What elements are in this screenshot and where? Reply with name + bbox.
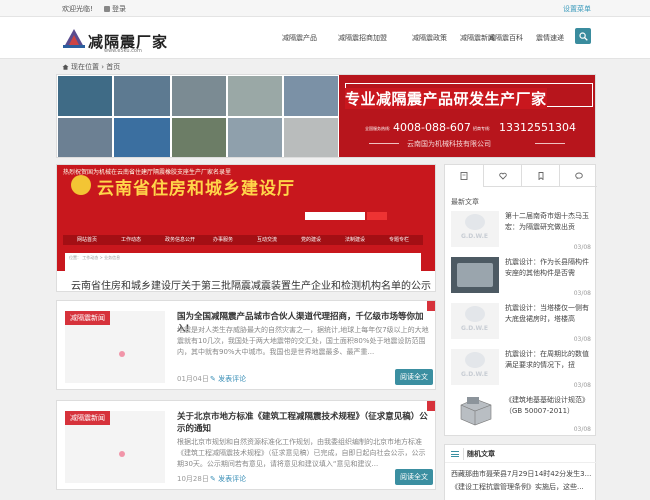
article-thumbnail	[451, 393, 499, 429]
building-model-icon	[460, 397, 492, 426]
site-header: 减隔震厂家 www.e5ku.com 减隔震产品 减隔震招商加盟 减隔震政策 减…	[0, 17, 650, 59]
sidebar-article-date: 03/08	[573, 290, 591, 297]
featured-image: 热烈祝贺国为机械在云南省住建厅隔震橡胶支座生产厂家名录里 云南省住房和城乡建设厅…	[57, 165, 435, 271]
sidebar-heading: 最新文章	[451, 198, 479, 206]
sidebar-article-date: 03/08	[573, 336, 591, 343]
breadcrumb: 现在位置 › 首页	[62, 62, 120, 72]
sidebar-article-item[interactable]: 《建筑地基基础设计规范》（GB 50007-2011） 03/08	[451, 393, 591, 437]
phone-number-2: 13312551304	[499, 121, 576, 134]
comment-icon	[575, 172, 583, 180]
breadcrumb-prefix: 现在位置	[71, 63, 99, 71]
emblem-icon	[71, 175, 91, 195]
tab-comments[interactable]	[559, 165, 597, 187]
article-title[interactable]: 关于北京市地方标准《建筑工程减隔震技术规程》（征求意见稿）公示的通知	[177, 411, 429, 435]
document-icon	[460, 172, 468, 180]
heart-icon	[499, 172, 507, 180]
article-summary: 根据北京市规划和自然资源标准化工作规划，由我委组织编制的北京市地方标准《建筑工程…	[177, 438, 426, 468]
article-thumbnail	[451, 257, 499, 293]
random-article-link[interactable]: 西藏那曲市聂荣县7月29日14时42分发生3...	[451, 469, 593, 479]
sidebar-article-title: 《建筑地基基础设计规范》（GB 50007-2011）	[505, 396, 589, 415]
article-thumbnail: G.D.W.E	[451, 303, 499, 339]
nav-item-encyclopedia[interactable]: 减隔震百科	[488, 33, 523, 43]
search-icon	[579, 32, 588, 41]
sidebar-article-item[interactable]: G.D.W.E 抗震设计：在周期比的数值满足要求的情况下，扭 03/08	[451, 349, 591, 393]
phone-number-1: 4008-088-607	[393, 121, 471, 134]
article-date: 10月28日	[177, 475, 209, 483]
list-icon	[451, 451, 459, 457]
banner-red-panel: 专业减隔震产品研发生产厂家 全国服务热线: 4008-088-607 招商专线:…	[339, 75, 595, 157]
read-more-button[interactable]: 阅读全文	[395, 369, 433, 385]
random-articles: 随机文章 西藏那曲市聂荣县7月29日14时42分发生3... 《建设工程抗震管理…	[444, 444, 597, 500]
sidebar-article-date: 03/08	[573, 426, 591, 433]
article-summary: 地震是对人类生存威胁最大的自然灾害之一，据统计,地球上每年仅7级以上的大地震就有…	[177, 326, 429, 356]
featured-article[interactable]: 热烈祝贺国为机械在云南省住建厅隔震橡胶支座生产厂家名录里 云南省住房和城乡建设厅…	[56, 164, 436, 292]
sidebar-article-date: 03/08	[573, 244, 591, 251]
phone-label-2: 招商专线:	[473, 126, 491, 131]
bookmark-corner-icon	[427, 301, 435, 311]
sidebar-tabs	[445, 165, 597, 187]
promo-banner[interactable]: 专业减隔震产品研发生产厂家 全国服务热线: 4008-088-607 招商专线:…	[56, 74, 596, 158]
sidebar-article-item[interactable]: G.D.W.E 第十二届南奇市烟十杰马玉宏：为隔震研究做出贡 03/08	[451, 211, 591, 255]
home-icon	[62, 64, 69, 70]
sidebar-article-title: 抗震设计：当塔楼仅一侧有大底盘裙房时，塔楼高	[505, 304, 589, 323]
welcome-text: 欢迎光临!	[62, 5, 93, 13]
category-badge[interactable]: 减隔震新闻	[65, 311, 110, 325]
sidebar-article-title: 第十二届南奇市烟十杰马玉宏：为隔震研究做出贡	[505, 212, 589, 231]
read-more-button[interactable]: 阅读全文	[395, 469, 433, 485]
banner-headline: 专业减隔震产品研发生产厂家	[345, 88, 547, 109]
comment-link[interactable]: ✎ 发表评论	[210, 374, 246, 384]
login-label: 登录	[112, 5, 126, 13]
bookmark-corner-icon	[427, 401, 435, 411]
site-logo[interactable]: 减隔震厂家 www.e5ku.com	[62, 23, 170, 54]
product-photos	[57, 75, 339, 157]
article-card: 减隔震新闻 国为全国减隔震产品城市合伙人渠道代理招商，千亿级市场等你加入! 地震…	[56, 300, 436, 390]
category-badge[interactable]: 减隔震新闻	[65, 411, 110, 425]
bookmark-icon	[538, 172, 544, 180]
banner-company: 云南国为机械科技有限公司	[407, 140, 491, 148]
article-card: 减隔震新闻 关于北京市地方标准《建筑工程减隔震技术规程》（征求意见稿）公示的通知…	[56, 400, 436, 490]
settings-menu-link[interactable]: 设置菜单	[563, 4, 591, 14]
featured-title[interactable]: 云南省住房和城乡建设厅关于第三批隔震减震装置生产企业和检测机构名单的公示	[57, 273, 435, 291]
sidebar-article-title: 抗震设计：在周期比的数值满足要求的情况下，扭	[505, 350, 589, 369]
sidebar-article-item[interactable]: 抗震设计：作为长县隔构件安座的其他构件是否需 03/08	[451, 257, 591, 301]
article-thumbnail: G.D.W.E	[451, 211, 499, 247]
article-thumbnail: G.D.W.E	[451, 349, 499, 385]
search-button[interactable]	[575, 28, 591, 44]
article-date: 01月04日	[177, 375, 209, 383]
logo-mark-icon	[63, 29, 85, 48]
random-article-link[interactable]: 《建设工程抗震管理条例》实施后，这些...	[451, 482, 593, 492]
sidebar-article-item[interactable]: G.D.W.E 抗震设计：当塔楼仅一侧有大底盘裙房时，塔楼高 03/08	[451, 303, 591, 347]
top-bar: 欢迎光临! 登录 设置菜单	[0, 0, 650, 17]
logo-url: www.e5ku.com	[104, 48, 142, 54]
sidebar-article-title: 抗震设计：作为长县隔构件安座的其他构件是否需	[505, 258, 589, 277]
random-header: 随机文章	[445, 445, 597, 463]
featured-image-gov-text: 云南省住房和城乡建设厅	[97, 179, 295, 199]
nav-item-products[interactable]: 减隔震产品	[282, 33, 317, 43]
random-heading: 随机文章	[467, 450, 495, 458]
nav-item-franchise[interactable]: 减隔震招商加盟	[338, 33, 387, 43]
sidebar-latest: 最新文章 G.D.W.E 第十二届南奇市烟十杰马玉宏：为隔震研究做出贡 03/0…	[444, 164, 597, 437]
login-link[interactable]: 登录	[104, 4, 126, 14]
sidebar-article-date: 03/08	[573, 382, 591, 389]
nav-item-quake-express[interactable]: 震情速递	[536, 33, 564, 43]
user-icon	[104, 6, 110, 12]
phone-label-1: 全国服务热线:	[365, 126, 391, 131]
nav-item-policy[interactable]: 减隔震政策	[412, 33, 447, 43]
tab-popular[interactable]	[483, 165, 521, 187]
breadcrumb-home[interactable]: 首页	[106, 63, 120, 71]
tab-bookmarked[interactable]	[521, 165, 559, 187]
featured-image-menu: 网站首页 工作动态 政务信息公开 办事服务 互动交流 党的建设 法制建设 专题专…	[63, 235, 423, 245]
comment-link[interactable]: ✎ 发表评论	[210, 474, 246, 484]
tab-latest[interactable]	[445, 165, 483, 187]
